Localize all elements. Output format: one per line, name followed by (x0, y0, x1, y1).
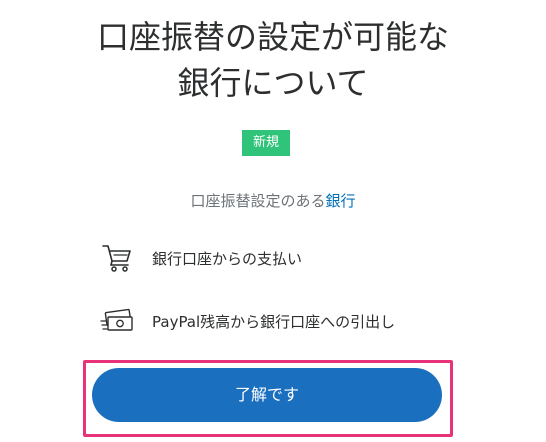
banks-link[interactable]: 銀行 (326, 192, 356, 210)
shopping-cart-icon (100, 240, 136, 276)
feature-label: 銀行口座からの支払い (152, 249, 303, 268)
ok-button[interactable]: 了解です (92, 368, 442, 422)
page-title-line1: 口座振替の設定が可能な (96, 18, 449, 56)
page-title: 口座振替の設定が可能な 銀行について (0, 14, 546, 106)
money-transfer-icon (100, 303, 136, 339)
feature-bank-payment: 銀行口座からの支払い (100, 240, 302, 276)
feature-withdraw: PayPal残高から銀行口座への引出し (100, 303, 395, 339)
intro-prefix: 口座振替設定のある (190, 192, 326, 210)
intro-text: 口座振替設定のある銀行 (0, 190, 546, 212)
new-badge: 新規 (242, 130, 290, 156)
feature-label: PayPal残高から銀行口座への引出し (152, 312, 396, 331)
page-title-line2: 銀行について (177, 64, 369, 102)
bank-info-screen: 口座振替の設定が可能な 銀行について 新規 口座振替設定のある銀行 銀行口座から… (0, 0, 546, 442)
